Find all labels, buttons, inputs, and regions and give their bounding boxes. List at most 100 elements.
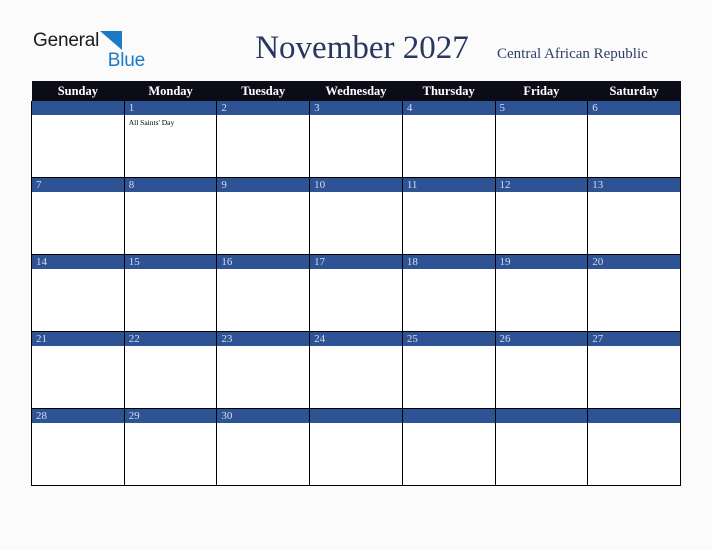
calendar-day-cell[interactable]: 22 <box>123 331 218 409</box>
day-number: 28 <box>32 409 124 423</box>
calendar-day-cell[interactable]: 9 <box>216 177 311 255</box>
day-cell-content: 5 <box>495 101 588 177</box>
day-cell-content: 6 <box>588 101 680 177</box>
calendar-day-cell[interactable] <box>587 408 681 486</box>
calendar-day-cell[interactable]: 6 <box>587 101 681 178</box>
weekday-header-friday: Friday <box>495 81 588 101</box>
weekday-header-wednesday: Wednesday <box>309 81 403 101</box>
calendar-day-cell[interactable]: 4 <box>401 101 496 178</box>
day-cell-content: 1 All Saints' Day <box>124 101 217 177</box>
day-number: 4 <box>402 101 495 115</box>
calendar-day-cell[interactable]: 16 <box>216 254 311 332</box>
day-number: 30 <box>217 409 310 423</box>
day-number: 20 <box>588 255 680 269</box>
calendar-day-cell[interactable]: 13 <box>587 177 681 255</box>
calendar-day-cell[interactable]: 26 <box>494 331 589 409</box>
day-number: 12 <box>495 178 588 192</box>
day-cell-content: 14 <box>32 255 124 331</box>
country-label: Central African Republic <box>497 46 648 62</box>
day-number: 13 <box>588 178 680 192</box>
calendar-day-cell[interactable]: 5 <box>494 101 589 178</box>
calendar-day-cell[interactable]: 18 <box>401 254 496 332</box>
day-cell-content: 11 <box>402 178 495 254</box>
day-cell-content: 28 <box>32 409 124 485</box>
weekday-header-saturday: Saturday <box>587 81 681 101</box>
day-number: 7 <box>32 178 124 192</box>
calendar-day-cell[interactable]: 20 <box>587 254 681 332</box>
calendar-day-cell[interactable]: 25 <box>401 331 496 409</box>
day-cell-content <box>310 409 402 485</box>
logo-top-row: General <box>33 30 123 51</box>
calendar-day-cell[interactable] <box>309 408 403 486</box>
calendar-day-cell[interactable]: 14 <box>31 254 125 332</box>
weekday-header-monday: Monday <box>124 81 217 101</box>
day-number: 5 <box>495 101 588 115</box>
day-number: 1 <box>124 101 217 115</box>
day-cell-content: 22 <box>124 332 217 408</box>
logo-text-blue: Blue <box>107 50 145 71</box>
calendar-week-row: 14 15 16 17 18 19 20 <box>31 254 681 332</box>
calendar-day-cell[interactable]: 12 <box>494 177 589 255</box>
calendar-day-cell[interactable]: 24 <box>309 331 403 409</box>
calendar-day-cell[interactable]: 15 <box>123 254 218 332</box>
day-number <box>32 101 124 115</box>
day-number: 16 <box>217 255 310 269</box>
holiday-label: All Saints' Day <box>128 118 175 127</box>
generalblue-logo[interactable]: General Blue <box>33 30 145 76</box>
calendar-day-cell[interactable]: 2 <box>216 101 311 178</box>
calendar-day-cell[interactable]: 1 All Saints' Day <box>123 101 218 178</box>
page-header: General Blue November 2027 Central Afric… <box>0 0 712 80</box>
day-cell-content: 2 <box>217 101 310 177</box>
calendar-day-cell[interactable]: 21 <box>31 331 125 409</box>
calendar-day-cell[interactable] <box>401 408 496 486</box>
page-title: November 2027 <box>255 30 469 66</box>
calendar-week-row: 28 29 30 <box>31 408 681 486</box>
calendar-day-cell[interactable]: 8 <box>123 177 218 255</box>
day-cell-content: 24 <box>310 332 402 408</box>
day-number: 19 <box>495 255 588 269</box>
day-cell-content: 7 <box>32 178 124 254</box>
calendar-day-cell[interactable]: 7 <box>31 177 125 255</box>
day-cell-content: 20 <box>588 255 680 331</box>
calendar-day-cell[interactable]: 10 <box>309 177 403 255</box>
day-cell-content <box>588 409 680 485</box>
day-number: 17 <box>310 255 402 269</box>
calendar-day-cell[interactable]: 30 <box>216 408 311 486</box>
day-cell-content: 15 <box>124 255 217 331</box>
calendar-day-cell[interactable]: 23 <box>216 331 311 409</box>
calendar-page: General Blue November 2027 Central Afric… <box>0 0 712 550</box>
day-number: 9 <box>217 178 310 192</box>
calendar-day-cell[interactable]: 11 <box>401 177 496 255</box>
day-cell-content: 8 <box>124 178 217 254</box>
calendar-day-cell[interactable] <box>31 101 125 178</box>
day-cell-content: 17 <box>310 255 402 331</box>
day-number: 11 <box>402 178 495 192</box>
calendar-day-cell[interactable]: 17 <box>309 254 403 332</box>
day-cell-content: 29 <box>124 409 217 485</box>
day-number: 18 <box>402 255 495 269</box>
calendar-day-cell[interactable]: 27 <box>587 331 681 409</box>
weekday-header-row: Sunday Monday Tuesday Wednesday Thursday… <box>31 81 681 101</box>
day-number: 21 <box>32 332 124 346</box>
day-cell-content: 4 <box>402 101 495 177</box>
weekday-header-tuesday: Tuesday <box>216 81 310 101</box>
calendar-day-cell[interactable] <box>494 408 589 486</box>
day-number <box>310 409 402 423</box>
day-cell-content: 30 <box>217 409 310 485</box>
day-cell-content: 19 <box>495 255 588 331</box>
calendar-day-cell[interactable]: 19 <box>494 254 589 332</box>
day-number: 25 <box>402 332 495 346</box>
logo-text-general: General <box>33 30 100 51</box>
day-number: 10 <box>310 178 402 192</box>
calendar-day-cell[interactable]: 28 <box>31 408 125 486</box>
calendar-day-cell[interactable]: 29 <box>123 408 218 486</box>
day-cell-content <box>32 101 124 177</box>
day-cell-content: 9 <box>217 178 310 254</box>
day-cell-content: 12 <box>495 178 588 254</box>
calendar-day-cell[interactable]: 3 <box>309 101 403 178</box>
day-number <box>588 409 680 423</box>
weekday-header-thursday: Thursday <box>402 81 496 101</box>
weekday-header-sunday: Sunday <box>31 81 125 101</box>
day-cell-content: 23 <box>217 332 310 408</box>
day-number <box>402 409 495 423</box>
